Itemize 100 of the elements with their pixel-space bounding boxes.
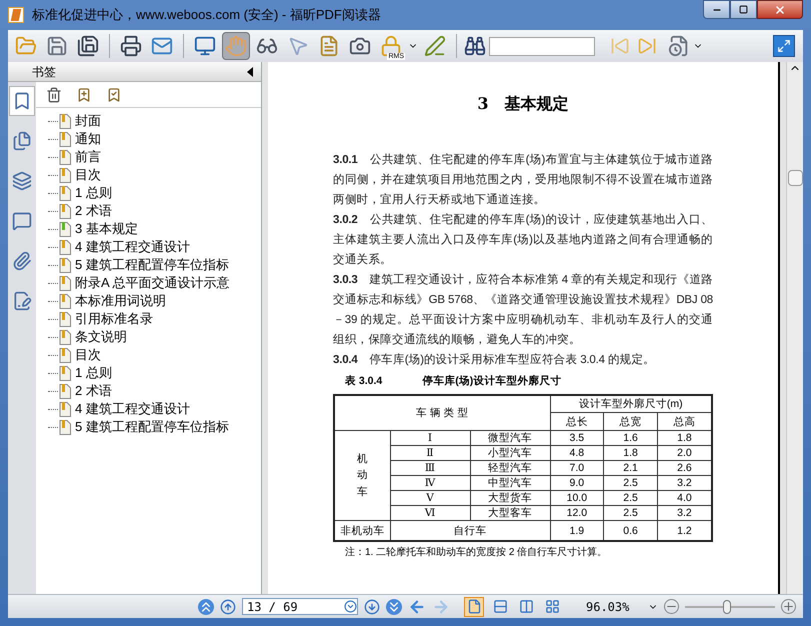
table-cell: 2.1 bbox=[604, 460, 658, 476]
maximize-icon bbox=[739, 5, 748, 14]
table-cell: 1.8 bbox=[657, 430, 712, 446]
zoom-slider[interactable] bbox=[685, 600, 775, 614]
table-caption: 停车库(场)设计车型外廓尺寸 bbox=[422, 374, 562, 389]
table-cell: 2.5 bbox=[604, 490, 658, 506]
last-page-icon[interactable] bbox=[386, 598, 402, 614]
body-paragraph: 3.0.2 公共建筑、住宅配建的停车库(场)的设计，应使建筑基地出入口、主体建筑主要人流出入口及停车库(场)以及基地内道路之间有合理通畅的交通关系。 bbox=[333, 212, 713, 268]
bookmark-item[interactable]: 附录A 总平面交通设计示意 bbox=[58, 273, 230, 293]
previous-page-icon[interactable] bbox=[220, 598, 236, 614]
body-paragraph: 3.0.1 公共建筑、住宅配建的停车库(场)布置宜与主体建筑位于城市道路的同侧，并在建筑项目用地范围之内，受用地限制不得不设置在城市道路两侧时，宜用人行天桥或地下通道连接。 bbox=[333, 152, 713, 208]
scrollbar-thumb[interactable] bbox=[788, 170, 802, 186]
collapse-triangle-icon[interactable] bbox=[247, 66, 253, 76]
bookmark-item[interactable]: 1 总则 bbox=[58, 363, 112, 383]
sidebar-title: 书签 bbox=[32, 64, 57, 80]
bookmark-page-icon bbox=[59, 150, 71, 164]
table-cell: Ⅰ bbox=[390, 430, 470, 446]
printer-icon bbox=[120, 35, 142, 57]
table-cell: 2.5 bbox=[604, 476, 658, 491]
bookmark-item[interactable]: 目次 bbox=[58, 165, 101, 185]
minimize-button[interactable] bbox=[703, 0, 730, 19]
save-all-icon bbox=[77, 35, 99, 57]
bookmark-item[interactable]: 3 基本规定 bbox=[58, 219, 138, 239]
save-icon bbox=[46, 35, 68, 57]
monitor-icon bbox=[194, 35, 216, 57]
facing-page-icon bbox=[518, 599, 534, 614]
search-field[interactable] bbox=[489, 36, 595, 56]
bookmark-item[interactable]: 本标准用词说明 bbox=[58, 291, 166, 311]
table-cell: 3.2 bbox=[657, 506, 712, 521]
hand-icon bbox=[225, 35, 247, 57]
binoculars-icon[interactable] bbox=[464, 35, 486, 57]
maximize-button[interactable] bbox=[730, 0, 757, 19]
bookmark-item[interactable]: 2 术语 bbox=[58, 381, 112, 401]
zoom-slider-thumb[interactable] bbox=[723, 600, 732, 614]
bookmark-item[interactable]: 通知 bbox=[58, 129, 101, 149]
continuous-page-icon bbox=[492, 599, 508, 614]
table-cell: 轻型汽车 bbox=[470, 460, 550, 476]
table-cell: 中型汽车 bbox=[470, 476, 550, 491]
table-number: 表 3.0.4 bbox=[345, 374, 382, 389]
bookmark-item[interactable]: 封面 bbox=[58, 111, 101, 131]
table-cell: Ⅵ bbox=[390, 506, 470, 521]
bookmark-item[interactable]: 条文说明 bbox=[58, 327, 127, 347]
table-cell: 10.0 bbox=[550, 490, 604, 506]
zoom-level: 96.03% bbox=[586, 598, 630, 616]
bookmark-page-icon bbox=[59, 294, 71, 308]
bookmark-item[interactable]: 2 术语 bbox=[58, 201, 112, 221]
bookmark-item[interactable]: 引用标准名录 bbox=[58, 309, 153, 329]
trash-icon[interactable] bbox=[46, 86, 62, 102]
zoom-out-icon[interactable] bbox=[664, 599, 679, 614]
table-cell: 4.8 bbox=[550, 446, 604, 461]
table-header-cell: 总宽 bbox=[604, 412, 658, 431]
table-cell: Ⅴ bbox=[390, 490, 470, 506]
add-bookmark-icon[interactable] bbox=[76, 86, 92, 102]
table-cell: 1.6 bbox=[604, 430, 658, 446]
bookmark-page-icon bbox=[59, 222, 71, 236]
table-cell: Ⅱ bbox=[390, 446, 470, 461]
folder-icon bbox=[15, 35, 37, 57]
pen-icon bbox=[424, 35, 446, 57]
bookmark-item[interactable]: 4 建筑工程交通设计 bbox=[58, 237, 190, 257]
bookmark-page-icon bbox=[59, 258, 71, 272]
bookmark-page-icon bbox=[59, 240, 71, 254]
window-title: 标准化促进中心，www.weboos.com (安全) - 福昕PDF阅读器 bbox=[32, 6, 382, 24]
bookmark-item[interactable]: 目次 bbox=[58, 345, 101, 365]
bookmark-item[interactable]: 前言 bbox=[58, 147, 101, 167]
bookmark-page-icon bbox=[59, 402, 71, 416]
pages-icon bbox=[12, 131, 32, 151]
zoom-in-icon[interactable] bbox=[781, 599, 796, 614]
single-view-button[interactable] bbox=[464, 596, 484, 616]
bookmark-page-icon bbox=[59, 186, 71, 200]
layers-icon bbox=[12, 171, 32, 191]
paperclip-icon bbox=[12, 251, 32, 271]
pointer-icon bbox=[287, 35, 309, 57]
table-cell: 大型客车 bbox=[470, 506, 550, 521]
single-page-icon bbox=[466, 599, 482, 614]
table-cell: 9.0 bbox=[550, 476, 604, 491]
next-page-icon[interactable] bbox=[364, 598, 380, 614]
close-button[interactable] bbox=[757, 0, 803, 19]
table-cell: 4.0 bbox=[657, 490, 712, 506]
first-page-icon[interactable] bbox=[198, 598, 214, 614]
bookmark-page-icon bbox=[59, 420, 71, 434]
bookmarks-tab[interactable] bbox=[9, 86, 35, 116]
bookmark-page-icon bbox=[59, 204, 71, 218]
table-header-cell: 车 辆 类 型 bbox=[334, 394, 550, 431]
bookmark-item[interactable]: 4 建筑工程交通设计 bbox=[58, 399, 190, 419]
bookmark-page-icon bbox=[59, 132, 71, 146]
app-logo-icon bbox=[8, 7, 24, 23]
page-number-field[interactable]: 13 / 69 bbox=[242, 598, 358, 615]
table-cell: 3.2 bbox=[657, 476, 712, 491]
camera-icon bbox=[349, 35, 371, 57]
comments-icon bbox=[12, 211, 32, 231]
bookmark-page-icon bbox=[59, 276, 71, 290]
bookmark-item[interactable]: 1 总则 bbox=[58, 183, 112, 203]
bookmark-item[interactable]: 5 建筑工程配置停车位指标 bbox=[58, 255, 229, 275]
vertical-scrollbar[interactable] bbox=[786, 62, 803, 594]
table-cell: Ⅳ bbox=[390, 476, 470, 491]
bookmark-item[interactable]: 5 建筑工程配置停车位指标 bbox=[58, 417, 229, 437]
table-cell: 2.6 bbox=[657, 460, 712, 476]
expand-button[interactable] bbox=[773, 35, 795, 57]
table-cell: 大型货车 bbox=[470, 490, 550, 506]
body-paragraph: 3.0.3 建筑工程交通设计，应符合本标准第 4 章的有关规定和现行《道路交通标志和标线》GB 5768、《道路交通管理设施设置技术规程》DBJ 08－39 的规定。总平面设计方案中应明确机动车、非机动车及行人的交通组织，保障交通流线的顺畅，避免人车的冲突。 bbox=[333, 272, 713, 348]
